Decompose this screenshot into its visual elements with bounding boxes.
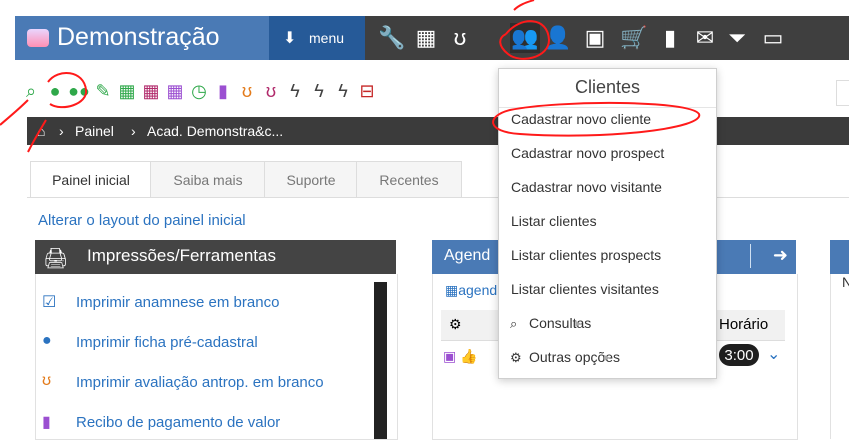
menu-item-cadastrar-novo-cliente[interactable]: Cadastrar novo cliente	[511, 111, 651, 135]
tool-item[interactable]: ʊ Imprimir avaliação antrop. em branco	[36, 364, 370, 402]
impressoes-panel-title: 🖨 Impressões/Ferramentas	[35, 240, 396, 274]
gear-icon: ⚙	[510, 350, 522, 365]
menu-item-consultas-label: Consultas	[529, 315, 592, 331]
bolt-icon[interactable]: ϟ	[286, 80, 304, 102]
tool-item[interactable]: ☑ Imprimir anamnese em branco	[36, 284, 370, 322]
arrow-down-icon: ⬇	[283, 30, 297, 47]
menu-item-listar-clientes-prospects[interactable]: Listar clientes prospects	[511, 247, 661, 271]
filter-icon[interactable]: ⏷	[722, 23, 752, 53]
tabs: Painel inicial Saiba mais Suporte Recent…	[30, 161, 462, 198]
tab-recentes[interactable]: Recentes	[356, 161, 462, 198]
right-panel	[830, 274, 849, 439]
brand-logo-icon	[27, 29, 49, 47]
menu-item-listar-clientes-visitantes[interactable]: Listar clientes visitantes	[511, 281, 659, 305]
arrow-right-icon[interactable]: ➜	[773, 245, 788, 266]
tool-item[interactable]: ▮ Recibo de pagamento de valor	[36, 404, 370, 442]
tab-painel-inicial[interactable]: Painel inicial	[30, 161, 152, 198]
agenda-title: Agend	[444, 247, 491, 264]
bolt-icon[interactable]: ϟ	[334, 80, 352, 102]
menu-item-cadastrar-novo-prospect[interactable]: Cadastrar novo prospect	[511, 145, 664, 169]
menu-label: menu	[309, 30, 345, 46]
stethoscope-icon[interactable]: ʊ	[445, 23, 475, 53]
file-icon: ▮	[42, 414, 51, 431]
calendar-icon[interactable]: ▦	[411, 23, 441, 53]
user-icon[interactable]: ●	[46, 80, 64, 102]
check-square-icon: ☑	[42, 294, 57, 311]
tab-saiba-mais[interactable]: Saiba mais	[150, 161, 266, 198]
home-icon[interactable]: ⌂	[37, 123, 45, 139]
menu-item-cadastrar-novo-visitante[interactable]: Cadastrar novo visitante	[511, 179, 662, 203]
col-horario: Horário	[719, 316, 769, 333]
right-panel-title	[830, 240, 849, 274]
search-icon[interactable]: ⌕	[22, 80, 40, 102]
dropdown-separator	[499, 107, 716, 108]
brand[interactable]: Demonstração	[15, 16, 269, 60]
calendar-icon[interactable]: ▦	[166, 80, 184, 102]
tool-item-label: Imprimir avaliação antrop. em branco	[76, 374, 324, 391]
printer-icon[interactable]: ▭	[758, 23, 788, 53]
clock-icon[interactable]: ◷	[190, 80, 208, 102]
wrench-icon[interactable]: 🔧	[377, 23, 407, 53]
calendar-icon[interactable]: ▦	[142, 80, 160, 102]
dropdown-title: Clientes	[574, 77, 641, 97]
chevron-right-icon: ›	[131, 123, 136, 139]
envelope-icon[interactable]: ✉	[690, 23, 720, 53]
agenda-row-icons[interactable]: ▣ 👍	[443, 348, 478, 365]
calendar-icon[interactable]: ▦	[118, 80, 136, 102]
main-icon-nav: 🔧 ▦ ʊ 👥 👤 ▣ 🛒 ▮ ✉ ⏷ ▭	[365, 16, 849, 60]
impressoes-panel: ☑ Imprimir anamnese em branco ● Imprimir…	[35, 274, 398, 440]
breadcrumb-academia[interactable]: Acad. Demonstra&c...	[147, 123, 283, 139]
breadcrumb-painel[interactable]: Painel	[75, 123, 114, 139]
time-badge: 3:00	[719, 344, 759, 366]
printer-icon: 🖨	[43, 248, 69, 270]
bolt-icon[interactable]: ϟ	[310, 80, 328, 102]
right-panel-letter: N	[842, 274, 849, 290]
money-icon[interactable]: ▣	[580, 23, 610, 53]
chevron-right-icon: ▸	[604, 350, 611, 364]
file-icon[interactable]: ▮	[655, 23, 685, 53]
cart-icon[interactable]: 🛒	[619, 23, 649, 53]
right-input-box[interactable]	[836, 80, 849, 106]
top-navbar: Demonstração ⬇ menu 🔧 ▦ ʊ 👥 👤 ▣ 🛒 ▮ ✉ ⏷ …	[0, 0, 849, 68]
impressoes-title: Impressões/Ferramentas	[87, 246, 276, 265]
chevron-right-icon: ›	[59, 123, 64, 139]
tool-item-label: Imprimir anamnese em branco	[76, 294, 280, 311]
shortcut-toolbar: ⌕ ● ●● ✎ ▦ ▦ ▦ ◷ ▮ ʊ ʊ ϟ ϟ ϟ ⊟	[22, 80, 502, 106]
user-icon: ●	[42, 332, 52, 349]
calendar-icon: ▦	[445, 282, 459, 298]
agenda-link-label: agend	[458, 282, 498, 298]
menu-item-consultas[interactable]: ⌕ Consultas ▸	[510, 315, 592, 339]
thumbs-up-icon[interactable]: 👍	[460, 348, 477, 364]
breadcrumb: ⌂ › Painel › Acad. Demonstra&c...	[27, 117, 849, 145]
chevron-down-icon[interactable]: ⌄	[767, 344, 780, 364]
brand-title: Demonstração	[57, 23, 220, 51]
scrollbar[interactable]	[374, 282, 387, 439]
pencil-icon[interactable]: ✎	[94, 80, 112, 102]
agenda-link[interactable]: ▦agend	[445, 282, 497, 299]
search-icon: ⌕	[510, 316, 518, 331]
alter-layout-link[interactable]: Alterar o layout do painel inicial	[38, 212, 246, 229]
tab-suporte[interactable]: Suporte	[264, 161, 358, 198]
users-icon[interactable]: ●●	[68, 80, 90, 102]
tool-item-label: Imprimir ficha pré-cadastral	[76, 334, 258, 351]
chevron-right-icon: ▸	[575, 316, 582, 330]
menu-item-listar-clientes[interactable]: Listar clientes	[511, 213, 597, 237]
separator	[750, 244, 751, 268]
tool-item[interactable]: ● Imprimir ficha pré-cadastral	[36, 324, 370, 362]
menu-button[interactable]: ⬇ menu	[269, 16, 365, 60]
clientes-dropdown: Clientes Cadastrar novo cliente Cadastra…	[498, 68, 717, 379]
user-plus-icon[interactable]: 👤	[543, 23, 573, 53]
bookmark-icon[interactable]: ▮	[214, 80, 232, 102]
gear-icon: ⚙	[449, 316, 462, 332]
money-icon[interactable]: ⊟	[358, 80, 376, 102]
tool-item-label: Recibo de pagamento de valor	[76, 414, 281, 431]
stethoscope-icon[interactable]: ʊ	[262, 80, 280, 102]
stethoscope-icon: ʊ	[42, 372, 52, 389]
stethoscope-icon[interactable]: ʊ	[238, 80, 256, 102]
camera-icon[interactable]: ▣	[443, 348, 456, 364]
tab-divider	[27, 197, 849, 198]
menu-item-outras-opcoes[interactable]: ⚙ Outras opções ▸	[510, 349, 620, 373]
users-icon[interactable]: 👥	[510, 23, 540, 53]
